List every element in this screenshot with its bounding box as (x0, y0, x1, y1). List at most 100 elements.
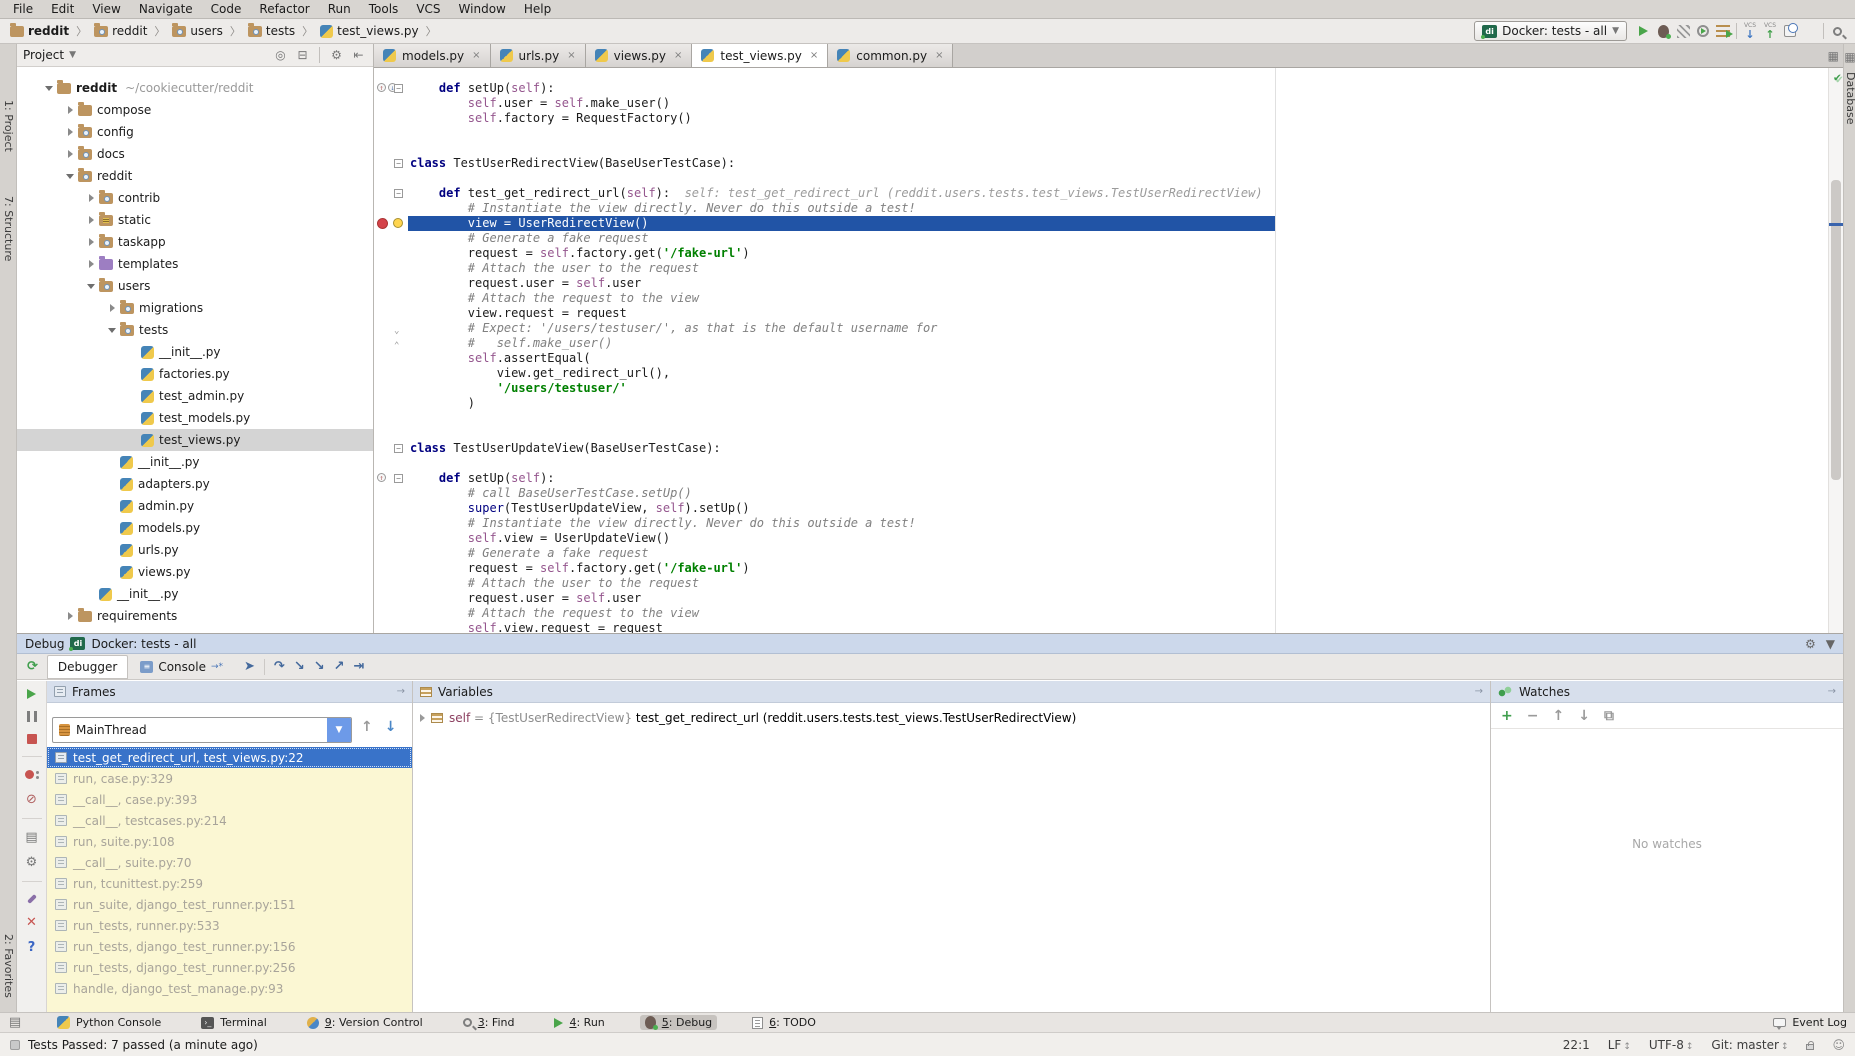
vcs-up-icon[interactable]: VCS↑ (1760, 21, 1780, 41)
tree-item-contrib[interactable]: contrib (17, 187, 373, 209)
test-status-icon[interactable] (10, 1040, 20, 1050)
menu-view[interactable]: View (83, 0, 129, 18)
editor-scrollbar[interactable]: ✔ (1828, 68, 1843, 633)
tree-item-factories-py[interactable]: factories.py (17, 363, 373, 385)
tree-item-requirements[interactable]: requirements (17, 605, 373, 627)
menu-file[interactable]: File (4, 0, 42, 18)
breadcrumb-item[interactable]: test_views.py (318, 24, 420, 38)
code-line[interactable]: self.user = self.make_user() (374, 96, 1843, 111)
code-line[interactable]: self.view = UserUpdateView() (374, 531, 1843, 546)
tree-item-__init__-py[interactable]: __init__.py (17, 451, 373, 473)
code-line[interactable]: view.get_redirect_url(), (374, 366, 1843, 381)
toolwindow-debug[interactable]: 5: Debug (640, 1015, 717, 1030)
view-breakpoints-icon[interactable] (25, 769, 39, 781)
breadcrumb-item[interactable]: users (170, 24, 224, 38)
stack-frame[interactable]: run, tcunittest.py:259 (47, 873, 412, 894)
status-message[interactable]: Tests Passed: 7 passed (a minute ago) (28, 1038, 258, 1052)
code-line[interactable]: request.user = self.user (374, 276, 1843, 291)
menu-window[interactable]: Window (450, 0, 515, 18)
code-line[interactable]: view = UserRedirectView() (374, 216, 1843, 231)
code-line[interactable] (374, 126, 1843, 141)
profiler-icon[interactable] (1693, 21, 1713, 41)
code-line[interactable]: # call BaseUserTestCase.setUp() (374, 486, 1843, 501)
project-view-title[interactable]: Project (23, 48, 64, 62)
fold-marker-icon[interactable]: − (394, 159, 403, 168)
resume-icon[interactable] (27, 689, 36, 699)
tree-item-urls-py[interactable]: urls.py (17, 539, 373, 561)
expand-icon[interactable] (62, 612, 78, 620)
menu-tools[interactable]: Tools (360, 0, 408, 18)
close-tab-icon[interactable]: × (935, 50, 943, 61)
step-over-icon[interactable]: ↷ (274, 659, 285, 674)
tool-stripe-database[interactable]: Database (1844, 72, 1855, 125)
stack-frame[interactable]: run_tests, django_test_runner.py:256 (47, 957, 412, 978)
step-out-icon[interactable]: ↗ (334, 659, 345, 674)
stack-frame[interactable]: test_get_redirect_url, test_views.py:22 (47, 747, 412, 768)
debug-tab-console[interactable]: Console→* (130, 656, 233, 678)
tree-item-users[interactable]: users (17, 275, 373, 297)
code-line[interactable]: # Attach the user to the request (374, 576, 1843, 591)
stack-frame[interactable]: run_tests, django_test_runner.py:156 (47, 936, 412, 957)
status-widget-utf-8[interactable]: UTF-8↕ (1649, 1038, 1694, 1052)
step-into-icon[interactable]: ↘ (294, 659, 305, 674)
override-marker-icon[interactable]: ↑ (377, 473, 386, 482)
tree-item-taskapp[interactable]: taskapp (17, 231, 373, 253)
collapse-icon[interactable] (83, 284, 99, 289)
tool-stripe-structure[interactable]: 7: Structure (2, 196, 15, 261)
toolwindow-version-control[interactable]: 9: Version Control (302, 1015, 428, 1030)
fold-marker-icon[interactable]: − (394, 84, 403, 93)
menu-refactor[interactable]: Refactor (250, 0, 318, 18)
gear-icon[interactable]: ⚙ (328, 47, 345, 64)
close-icon[interactable]: ✕ (26, 916, 37, 929)
tree-item-config[interactable]: config (17, 121, 373, 143)
tree-item-test_views-py[interactable]: test_views.py (17, 429, 373, 451)
thread-selector[interactable]: MainThread ▼ (52, 717, 352, 743)
status-widget-lf[interactable]: LF↕ (1608, 1038, 1631, 1052)
fold-marker-icon[interactable]: − (394, 444, 403, 453)
copy-icon[interactable]: ⧉ (1604, 708, 1614, 724)
coverage-icon[interactable] (1673, 21, 1693, 41)
show-exec-icon[interactable]: ➤ (244, 659, 255, 674)
editor-tab-models-py[interactable]: models.py× (374, 44, 491, 67)
hide-panel-icon[interactable]: ⇤ (350, 47, 367, 64)
move-up-icon[interactable]: ↑ (1552, 708, 1564, 724)
restore-layout-icon[interactable]: ▤ (25, 831, 37, 844)
gear-icon[interactable]: ⚙ (1805, 637, 1816, 651)
toolwindow-python-console[interactable]: Python Console (52, 1015, 166, 1030)
code-line[interactable]: # Generate a fake request (374, 546, 1843, 561)
lock-icon[interactable] (1806, 1044, 1814, 1050)
mute-breakpoints-icon[interactable]: ⊘ (26, 793, 37, 806)
toolwindow-find[interactable]: 3: Find (458, 1015, 520, 1030)
recent-changes-icon[interactable] (1780, 21, 1800, 41)
code-line[interactable]: # Instantiate the view directly. Never d… (374, 516, 1843, 531)
stack-frame[interactable]: run_tests, runner.py:533 (47, 915, 412, 936)
stop-icon[interactable] (27, 734, 37, 744)
stack-frame[interactable]: __call__, case.py:393 (47, 789, 412, 810)
tree-item-templates[interactable]: templates (17, 253, 373, 275)
expand-icon[interactable] (104, 304, 120, 312)
tree-item-static[interactable]: static (17, 209, 373, 231)
code-line[interactable]: # Instantiate the view directly. Never d… (374, 201, 1843, 216)
expand-icon[interactable] (83, 194, 99, 202)
code-line[interactable]: # Attach the request to the view (374, 606, 1843, 621)
expand-icon[interactable] (83, 260, 99, 268)
add-watch-icon[interactable]: + (1501, 708, 1513, 724)
expand-icon[interactable] (420, 714, 425, 722)
status-widget-git-master[interactable]: Git: master↕ (1711, 1038, 1788, 1052)
close-tab-icon[interactable]: × (567, 50, 575, 61)
next-frame-icon[interactable]: ↓ (385, 719, 397, 735)
tree-item-adapters-py[interactable]: adapters.py (17, 473, 373, 495)
help-icon[interactable]: ? (28, 941, 36, 954)
close-tab-icon[interactable]: × (472, 50, 480, 61)
variable-row[interactable]: self = {TestUserRedirectView} test_get_r… (413, 703, 1490, 725)
breakpoint-icon[interactable] (377, 218, 388, 229)
code-line[interactable]: '/users/testuser/' (374, 381, 1843, 396)
code-line[interactable]: super(TestUserUpdateView, self).setUp() (374, 501, 1843, 516)
toolwindow-terminal[interactable]: Terminal (196, 1015, 272, 1030)
event-log-button[interactable]: Event Log (1792, 1016, 1847, 1029)
undo-icon[interactable] (1800, 21, 1820, 41)
tree-item-reddit[interactable]: reddit~/cookiecutter/reddit (17, 77, 373, 99)
code-line[interactable] (374, 426, 1843, 441)
code-line[interactable]: def setUp(self): (374, 471, 1843, 486)
collapse-icon[interactable] (104, 328, 120, 333)
